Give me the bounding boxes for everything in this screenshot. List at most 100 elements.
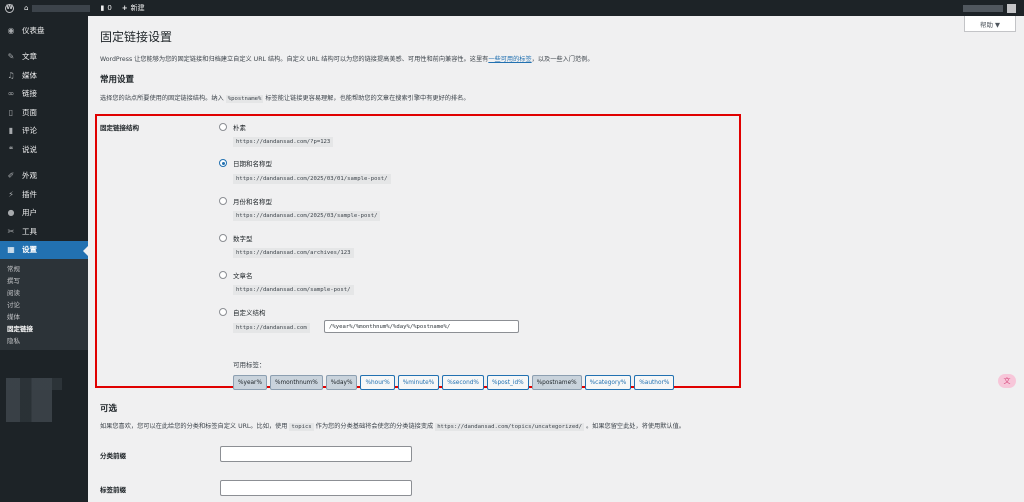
tag-minute-button[interactable]: %minute% bbox=[397, 375, 440, 390]
option-post-name[interactable]: 文章名 bbox=[219, 270, 253, 280]
plus-icon: + bbox=[121, 4, 128, 12]
submenu-item-reading[interactable]: 阅读 bbox=[0, 286, 88, 298]
highlight-box bbox=[95, 114, 741, 388]
dashboard-icon: ◉ bbox=[7, 25, 15, 35]
wordpress-logo-icon[interactable]: W bbox=[0, 0, 19, 16]
radio-custom[interactable] bbox=[219, 308, 227, 316]
page-title: 固定链接设置 bbox=[100, 30, 173, 44]
sidebar-redacted-block bbox=[6, 378, 52, 422]
help-button[interactable]: 帮助 ▼ bbox=[964, 16, 1016, 32]
sidebar-item-label: 工具 bbox=[22, 226, 37, 236]
available-tags-label: 可用标签： bbox=[233, 361, 266, 369]
sidebar-item-label: 设置 bbox=[22, 245, 37, 255]
option-numeric[interactable]: 数字型 bbox=[219, 233, 253, 243]
translate-icon[interactable]: 文 bbox=[998, 374, 1016, 388]
tag-category-button[interactable]: %category% bbox=[584, 375, 632, 390]
comments-link[interactable]: ▮ 0 bbox=[95, 0, 116, 16]
custom-structure-input[interactable]: /%year%/%monthnum%/%day%/%postname%/ bbox=[324, 320, 519, 333]
plugin-icon: ⚡ bbox=[8, 189, 14, 199]
available-tags: %year% %monthnum% %day% %hour% %minute% … bbox=[233, 375, 675, 390]
tag-base-input[interactable] bbox=[220, 480, 412, 496]
optional-description: 如果您喜欢，您可以在此给您的分类和标签自定义 URL。比如，使用 topics … bbox=[100, 423, 685, 431]
main-content: 帮助 ▼ 固定链接设置 WordPress 让您能够为您的固定链接和归档建立自定… bbox=[88, 16, 1024, 502]
tag-year-button[interactable]: %year% bbox=[233, 375, 267, 390]
avatar[interactable] bbox=[1007, 3, 1016, 13]
radio-plain[interactable] bbox=[219, 123, 227, 131]
submenu-item-permalinks[interactable]: 固定链接 bbox=[0, 322, 88, 334]
option-plain[interactable]: 朴素 bbox=[219, 122, 246, 132]
available-tags-link[interactable]: 一些可用的标签 bbox=[488, 56, 531, 63]
sidebar-item-label: 外观 bbox=[22, 171, 37, 181]
media-icon: ♫ bbox=[7, 70, 15, 80]
site-home[interactable]: ⌂ bbox=[19, 0, 95, 16]
sidebar-item-label: 文章 bbox=[22, 52, 37, 62]
sidebar-item-label: 说说 bbox=[22, 144, 37, 154]
new-content-link[interactable]: + 新建 bbox=[117, 0, 150, 16]
intro-text: WordPress 让您能够为您的固定链接和归档建立自定义 URL 结构。自定义… bbox=[100, 56, 594, 63]
submenu-item-writing[interactable]: 撰写 bbox=[0, 274, 88, 286]
comments-count: 0 bbox=[107, 4, 112, 12]
sidebar-item-label: 插件 bbox=[22, 189, 37, 199]
sidebar-item-settings[interactable]: ▦ 设置 bbox=[0, 240, 88, 259]
sidebar-item-links[interactable]: ∞ 链接 bbox=[0, 85, 88, 104]
sidebar-item-comments[interactable]: ▮ 评论 bbox=[0, 122, 88, 141]
sidebar-item-plugins[interactable]: ⚡ 插件 bbox=[0, 185, 88, 204]
sidebar-item-dashboard[interactable]: ◉ 仪表盘 bbox=[0, 21, 88, 40]
radio-month-name[interactable] bbox=[219, 197, 227, 205]
tag-day-button[interactable]: %day% bbox=[325, 375, 358, 390]
sidebar-item-posts[interactable]: ✎ 文章 bbox=[0, 48, 88, 67]
option-custom[interactable]: 自定义结构 bbox=[219, 307, 266, 317]
tag-base-label: 标签前缀 bbox=[100, 486, 126, 494]
category-base-input[interactable] bbox=[220, 446, 412, 462]
link-icon: ∞ bbox=[7, 89, 15, 99]
sidebar-item-label: 仪表盘 bbox=[22, 25, 45, 35]
optional-heading: 可选 bbox=[100, 404, 118, 414]
sidebar-item-tools[interactable]: ✂ 工具 bbox=[0, 222, 88, 241]
wrench-icon: ✂ bbox=[7, 226, 15, 236]
pin-icon: ✎ bbox=[7, 52, 15, 62]
sidebar-item-appearance[interactable]: ✐ 外观 bbox=[0, 167, 88, 186]
option-day-name[interactable]: 日期和名称型 bbox=[219, 158, 272, 168]
submenu-item-media[interactable]: 媒体 bbox=[0, 310, 88, 322]
settings-icon: ▦ bbox=[7, 245, 15, 255]
page-icon: ▯ bbox=[8, 107, 14, 117]
sidebar-item-talk[interactable]: ❝ 说说 bbox=[0, 140, 88, 159]
comment-icon: ▮ bbox=[100, 4, 105, 12]
common-settings-heading: 常用设置 bbox=[100, 75, 135, 85]
settings-submenu: 常规 撰写 阅读 讨论 媒体 固定链接 隐私 bbox=[0, 259, 88, 350]
tag-author-button[interactable]: %author% bbox=[634, 375, 675, 390]
sidebar-item-label: 页面 bbox=[22, 107, 37, 117]
permalink-structure-label: 固定链接结构 bbox=[100, 124, 139, 132]
sidebar-item-users[interactable]: ● 用户 bbox=[0, 204, 88, 223]
tag-postname-button[interactable]: %postname% bbox=[531, 375, 582, 390]
submenu-item-discussion[interactable]: 讨论 bbox=[0, 298, 88, 310]
example-url-numeric: https://dandansad.com/archives/123 bbox=[233, 248, 354, 258]
tag-second-button[interactable]: %second% bbox=[442, 375, 484, 390]
user-name-redacted[interactable] bbox=[963, 4, 1003, 12]
talk-icon: ❝ bbox=[8, 144, 14, 154]
radio-numeric[interactable] bbox=[219, 234, 227, 242]
admin-sidebar: ◉ 仪表盘 ✎ 文章 ♫ 媒体 ∞ 链接 ▯ 页面 ▮ 评论 ❝ 说说 ✐ 外观 ⚡ 插件 ● 用户… bbox=[0, 16, 88, 502]
category-base-label: 分类前缀 bbox=[100, 452, 126, 460]
custom-base-url: https://dandansad.com bbox=[233, 323, 310, 333]
brush-icon: ✐ bbox=[7, 171, 15, 181]
admin-bar: W ⌂ ▮ 0 + 新建 bbox=[0, 0, 1024, 16]
submenu-item-general[interactable]: 常规 bbox=[0, 262, 88, 274]
sidebar-item-label: 用户 bbox=[22, 208, 37, 218]
option-month-name[interactable]: 月份和名称型 bbox=[219, 196, 272, 206]
sidebar-item-label: 媒体 bbox=[22, 70, 37, 80]
sidebar-item-label: 链接 bbox=[22, 89, 37, 99]
new-label: 新建 bbox=[130, 4, 145, 12]
example-url-month-name: https://dandansad.com/2025/03/sample-pos… bbox=[233, 211, 381, 221]
radio-post-name[interactable] bbox=[219, 271, 227, 279]
home-icon: ⌂ bbox=[24, 4, 29, 12]
user-icon: ● bbox=[7, 208, 15, 218]
site-name-redacted bbox=[32, 4, 91, 12]
submenu-item-privacy[interactable]: 隐私 bbox=[0, 334, 88, 346]
tag-post-id-button[interactable]: %post_id% bbox=[486, 375, 529, 390]
sidebar-item-pages[interactable]: ▯ 页面 bbox=[0, 103, 88, 122]
radio-day-name[interactable] bbox=[219, 159, 227, 167]
tag-monthnum-button[interactable]: %monthnum% bbox=[269, 375, 323, 390]
sidebar-item-media[interactable]: ♫ 媒体 bbox=[0, 66, 88, 85]
tag-hour-button[interactable]: %hour% bbox=[360, 375, 395, 390]
